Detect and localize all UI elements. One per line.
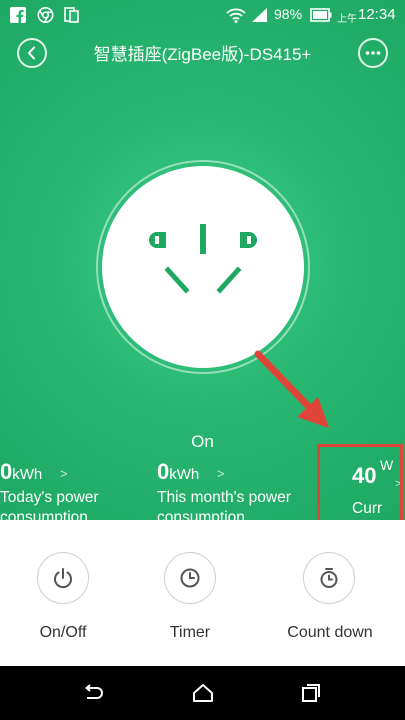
more-button[interactable]	[358, 38, 388, 68]
facebook-icon	[10, 7, 26, 23]
status-bar: 98% 上午 12:34	[0, 0, 405, 30]
nav-home-button[interactable]	[190, 680, 216, 706]
chevron-left-icon	[28, 46, 35, 60]
sim-card-icon	[64, 7, 79, 23]
more-dots-icon	[365, 51, 381, 55]
action-panel: On/Off Timer Count down	[0, 520, 405, 666]
home-icon	[193, 684, 213, 702]
today-power-label: Today's power consumption	[0, 489, 99, 520]
month-power-value[interactable]: 0kWh	[157, 459, 199, 485]
wifi-icon	[226, 8, 246, 23]
countdown-label: Count down	[287, 624, 373, 641]
navigation-bar	[0, 666, 405, 720]
clock: 12:34	[358, 6, 396, 23]
on-off-button[interactable]	[37, 552, 89, 604]
chrome-icon	[37, 7, 54, 23]
nav-recents-button[interactable]	[298, 680, 324, 706]
today-power-value[interactable]: 0kWh	[0, 459, 42, 485]
battery-percent: 98%	[274, 6, 303, 22]
on-off-label: On/Off	[39, 624, 87, 641]
month-power-label: This month's power consumption	[157, 489, 291, 520]
socket-power-button[interactable]	[102, 166, 304, 368]
clock-icon	[180, 568, 200, 588]
back-button[interactable]	[17, 38, 47, 68]
timer-label: Timer	[169, 624, 211, 641]
highlight-box	[317, 444, 403, 524]
signal-icon	[252, 8, 267, 22]
countdown-button[interactable]	[303, 552, 355, 604]
month-power-arrow[interactable]: >	[217, 466, 225, 481]
stopwatch-icon	[320, 568, 338, 588]
battery-icon	[310, 8, 332, 22]
recents-icon	[302, 684, 320, 702]
timer-button[interactable]	[164, 552, 216, 604]
page-title: 智慧插座(ZigBee版)-DS415+	[93, 45, 312, 64]
today-power-arrow[interactable]: >	[60, 466, 68, 481]
time-prefix: 上午	[337, 14, 357, 25]
power-icon	[54, 568, 72, 589]
device-panel: 98% 上午 12:34 智慧插座(ZigBee版)-DS415+ On 0kW…	[0, 0, 405, 520]
back-arrow-icon	[84, 684, 103, 699]
nav-back-button[interactable]	[81, 680, 107, 706]
socket-icon	[149, 224, 257, 294]
